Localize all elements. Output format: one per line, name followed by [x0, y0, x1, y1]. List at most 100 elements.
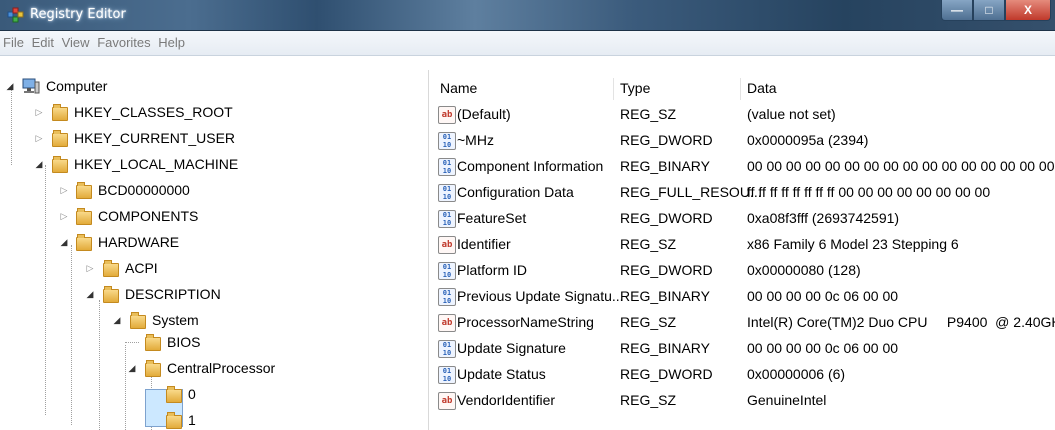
tree-item-hkey-current-user[interactable]: ▷ HKEY_CURRENT_USER — [36, 125, 236, 151]
value-name: Platform ID — [457, 262, 528, 278]
menu-file[interactable]: File — [0, 31, 26, 50]
folder-icon — [52, 156, 68, 173]
column-divider[interactable] — [613, 78, 614, 100]
folder-icon — [145, 360, 161, 377]
column-header-name[interactable]: Name — [440, 80, 477, 96]
tree-item-label: HKEY_LOCAL_MACHINE — [74, 156, 239, 172]
value-name: FeatureSet — [457, 210, 527, 226]
binary-value-icon: 01 10 — [438, 158, 456, 176]
registry-editor-app-icon — [7, 7, 24, 23]
expand-arrow-icon[interactable]: ▷ — [34, 133, 44, 144]
menu-view[interactable]: View — [60, 31, 92, 50]
tree-item-label: CentralProcessor — [167, 360, 276, 376]
computer-icon — [22, 78, 40, 94]
value-data: 00 00 00 00 0c 06 00 00 — [747, 340, 899, 356]
collapse-arrow-icon[interactable]: ◢ — [112, 315, 122, 326]
value-name: (Default) — [457, 106, 511, 122]
tree-item-bcd00000000[interactable]: ▷ BCD00000000 — [61, 177, 190, 203]
tree-item-label: HKEY_CURRENT_USER — [74, 130, 236, 146]
tree-item-0[interactable]: 0 — [166, 381, 196, 407]
expand-arrow-icon[interactable]: ▷ — [85, 263, 95, 274]
maximize-button[interactable]: □ — [973, 0, 1005, 21]
folder-icon — [166, 386, 182, 403]
value-data: 0x0000095a (2394) — [747, 132, 869, 148]
menu-help[interactable]: Help — [156, 31, 187, 50]
tree-item-label: ACPI — [125, 260, 158, 276]
tree-item-computer[interactable]: ◢ Computer — [7, 73, 108, 99]
window-title: Registry Editor — [30, 7, 126, 22]
tree-item-label: COMPONENTS — [98, 208, 199, 224]
tree-item-bios[interactable]: BIOS — [145, 329, 200, 355]
collapse-arrow-icon[interactable]: ◢ — [85, 289, 95, 300]
expand-arrow-icon[interactable]: ▷ — [34, 107, 44, 118]
column-header-type[interactable]: Type — [620, 80, 650, 96]
tree-guide-line — [71, 245, 72, 425]
tree-item-label: HARDWARE — [98, 234, 180, 250]
folder-icon — [130, 312, 146, 329]
values-list-pane[interactable]: Name Type Data ab (Default) REG_SZ (valu… — [430, 70, 1055, 430]
folder-icon — [52, 104, 68, 121]
collapse-arrow-icon[interactable]: ◢ — [5, 81, 15, 92]
value-type: REG_SZ — [620, 392, 677, 408]
tree-guide-line — [11, 85, 12, 165]
value-data: (value not set) — [747, 106, 836, 122]
binary-value-icon: 01 10 — [438, 132, 456, 150]
value-name: ~MHz — [457, 132, 494, 148]
value-name: Update Signature — [457, 340, 566, 356]
value-type: REG_DWORD — [620, 210, 713, 226]
value-data: Intel(R) Core(TM)2 Duo CPU P9400 @ 2.40G… — [747, 314, 1055, 330]
tree-item-centralprocessor[interactable]: ◢ CentralProcessor — [129, 355, 276, 381]
value-type: REG_SZ — [620, 236, 677, 252]
folder-icon — [103, 260, 119, 277]
value-type: REG_FULL_RESOU... — [620, 184, 762, 200]
folder-icon — [145, 334, 161, 351]
value-data: 0x00000006 (6) — [747, 366, 846, 382]
collapse-arrow-icon[interactable]: ◢ — [34, 159, 44, 170]
tree-item-1[interactable]: 1 — [166, 407, 196, 430]
menu-edit[interactable]: Edit — [30, 31, 56, 50]
binary-value-icon: 01 10 — [438, 184, 456, 202]
string-value-icon: ab — [438, 106, 456, 124]
tree-guide-line — [45, 165, 46, 415]
expand-arrow-icon[interactable]: ▷ — [59, 185, 69, 196]
value-name: VendorIdentifier — [457, 392, 556, 408]
tree-item-hkey-classes-root[interactable]: ▷ HKEY_CLASSES_ROOT — [36, 99, 233, 125]
minimize-icon: — — [951, 3, 963, 17]
tree-item-hkey-local-machine[interactable]: ◢ HKEY_LOCAL_MACHINE — [36, 151, 239, 177]
binary-value-icon: 01 10 — [438, 340, 456, 358]
folder-icon — [76, 234, 92, 251]
value-data: 0xa08f3fff (2693742591) — [747, 210, 900, 226]
string-value-icon: ab — [438, 392, 456, 410]
value-data: 00 00 00 00 0c 06 00 00 — [747, 288, 899, 304]
tree-item-components[interactable]: ▷ COMPONENTS — [61, 203, 199, 229]
value-name: Component Information — [457, 158, 604, 174]
value-name: ProcessorNameString — [457, 314, 594, 330]
tree-item-label: HKEY_CLASSES_ROOT — [74, 104, 233, 120]
column-header-data[interactable]: Data — [747, 80, 777, 96]
binary-value-icon: 01 10 — [438, 262, 456, 280]
folder-icon — [52, 130, 68, 147]
tree-item-hardware[interactable]: ◢ HARDWARE — [61, 229, 180, 255]
value-type: REG_DWORD — [620, 132, 713, 148]
menu-favorites[interactable]: Favorites — [95, 31, 152, 50]
registry-tree-pane[interactable]: ◢ Computer ▷ HKEY_CLASSES_ROOT ▷ HKEY_CU… — [0, 70, 429, 430]
tree-item-label: BCD00000000 — [98, 182, 190, 198]
column-divider[interactable] — [740, 78, 741, 100]
value-data: ff ff ff ff ff ff ff ff 00 00 00 00 00 0… — [747, 184, 991, 200]
close-icon: X — [1023, 3, 1032, 17]
tree-guide-line — [99, 300, 100, 430]
tree-item-label: 0 — [188, 386, 196, 402]
tree-item-acpi[interactable]: ▷ ACPI — [87, 255, 158, 281]
value-type: REG_BINARY — [620, 158, 710, 174]
close-button[interactable]: X — [1005, 0, 1051, 21]
value-type: REG_SZ — [620, 314, 677, 330]
folder-icon — [76, 182, 92, 199]
collapse-arrow-icon[interactable]: ◢ — [127, 363, 137, 374]
minimize-button[interactable]: — — [941, 0, 973, 21]
collapse-arrow-icon[interactable]: ◢ — [59, 237, 69, 248]
value-name: Configuration Data — [457, 184, 574, 200]
title-bar[interactable]: Registry Editor — □ X — [0, 0, 1055, 31]
expand-arrow-icon[interactable]: ▷ — [59, 211, 69, 222]
tree-item-description[interactable]: ◢ DESCRIPTION — [87, 281, 221, 307]
value-type: REG_BINARY — [620, 340, 710, 356]
